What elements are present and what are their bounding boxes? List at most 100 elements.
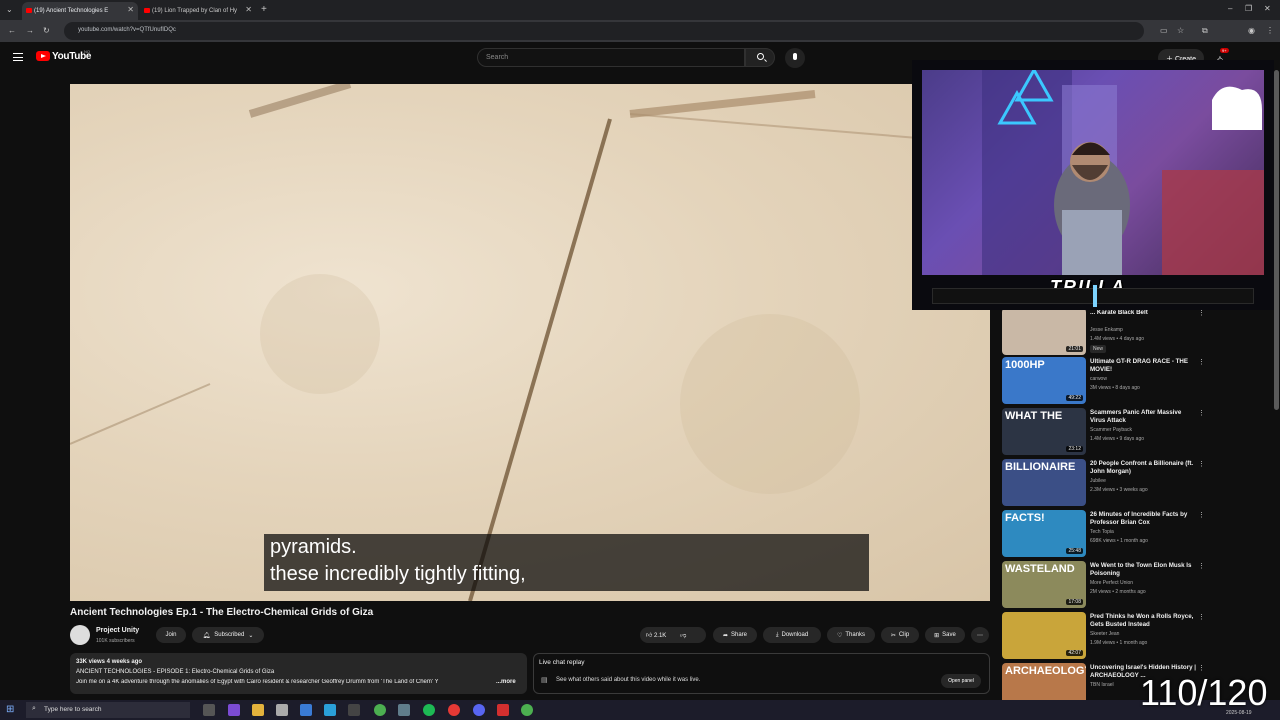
task-view-icon[interactable] xyxy=(203,704,215,716)
extensions-icon[interactable]: ⧉ xyxy=(1202,26,1208,36)
thanks-button[interactable]: ♡ Thanks xyxy=(827,627,875,643)
caption-line: pyramids. xyxy=(270,536,357,558)
description-box[interactable]: 33K views 4 weeks ago ANCIENT TECHNOLOGI… xyxy=(70,653,527,694)
download-button[interactable]: ⤓ Download xyxy=(763,627,821,643)
recommendation-thumbnail[interactable]: 21:01 xyxy=(1002,308,1086,355)
share-button[interactable]: ➦ Share xyxy=(713,627,757,643)
recommendation-item[interactable]: 1000HP 49:22 Ultimate GT-R DRAG RACE - THE… xyxy=(1002,357,1205,407)
recommendation-thumbnail[interactable]: FACTS! 25:48 xyxy=(1002,510,1086,557)
recommendation-title[interactable]: Scammers Panic After Massive Virus Attac… xyxy=(1090,409,1196,425)
more-vertical-icon[interactable]: ⋮ xyxy=(1198,511,1205,519)
taskbar-search-input[interactable]: ⌕ Type here to search xyxy=(26,702,190,718)
recommendation-channel[interactable]: More Perfect Union xyxy=(1090,580,1133,586)
recommendation-channel[interactable]: Tech Topia xyxy=(1090,529,1114,535)
more-vertical-icon[interactable]: ⋮ xyxy=(1198,358,1205,366)
recommendation-item[interactable]: 42:07 Pred Thinks he Won a Rolls Royce, G… xyxy=(1002,612,1205,662)
subscribed-button[interactable]: 🔔︎ Subscribed ⌄ xyxy=(192,627,264,643)
channel-avatar[interactable] xyxy=(70,625,90,645)
app-icon[interactable] xyxy=(324,704,336,716)
recommendation-title[interactable]: Pred Thinks he Won a Rolls Royce, Gets B… xyxy=(1090,613,1196,629)
recommendation-thumbnail[interactable]: BILLIONAIRE xyxy=(1002,459,1086,506)
tab-search-icon[interactable]: ⌄ xyxy=(6,5,13,14)
tab-ancient-technologies[interactable]: (19) Ancient Technologies E ✕ xyxy=(22,2,138,20)
tab-lion-trapped[interactable]: (19) Lion Trapped by Clan of Hy ✕ xyxy=(140,2,256,20)
recommendation-thumbnail[interactable]: 1000HP 49:22 xyxy=(1002,357,1086,404)
restore-icon[interactable]: ❐ xyxy=(1245,4,1252,13)
recommendation-title[interactable]: We Went to the Town Elon Musk Is Poisoni… xyxy=(1090,562,1196,578)
like-button[interactable]: 👍︎ 2.1K xyxy=(646,631,666,639)
more-vertical-icon[interactable]: ⋮ xyxy=(1198,460,1205,468)
chrome-icon[interactable] xyxy=(374,704,386,716)
youtube-logo-icon[interactable] xyxy=(36,51,50,61)
app-icon[interactable] xyxy=(448,704,460,716)
close-window-icon[interactable]: ✕ xyxy=(1264,4,1271,13)
reload-icon[interactable]: ↻ xyxy=(43,26,50,35)
recommendation-channel[interactable]: Skeeter Jean xyxy=(1090,631,1119,637)
app-icon[interactable] xyxy=(398,704,410,716)
more-vertical-icon[interactable]: ⋮ xyxy=(1198,664,1205,672)
save-button[interactable]: ⊞ Save xyxy=(925,627,965,643)
app-icon[interactable] xyxy=(300,704,312,716)
recommendation-thumbnail[interactable]: WASTELAND 17:08 xyxy=(1002,561,1086,608)
chrome-menu-icon[interactable]: ⋮ xyxy=(1266,26,1274,35)
recommendation-title[interactable]: 20 People Confront a Billionaire (ft. Jo… xyxy=(1090,460,1196,476)
new-tab-icon[interactable]: + xyxy=(261,4,267,15)
url-field[interactable]: youtube.com/watch?v=QTfUnufIDQc xyxy=(64,22,1144,40)
more-vertical-icon[interactable]: ⋮ xyxy=(1198,613,1205,621)
file-explorer-icon[interactable] xyxy=(252,704,264,716)
recommendation-thumbnail[interactable]: 42:07 xyxy=(1002,612,1086,659)
save-label: Save xyxy=(942,632,956,638)
dislike-button[interactable]: 👎︎ xyxy=(680,631,686,639)
page-scrollbar[interactable] xyxy=(1274,70,1279,410)
close-tab-icon[interactable]: ✕ xyxy=(127,5,134,14)
minimize-icon[interactable]: – xyxy=(1228,4,1232,13)
app-icon[interactable] xyxy=(497,704,509,716)
recommendation-title[interactable]: 26 Minutes of Incredible Facts by Profes… xyxy=(1090,511,1196,527)
profile-icon[interactable]: ◉ xyxy=(1248,26,1255,35)
duration-badge: 25:48 xyxy=(1066,548,1083,554)
recommendation-item[interactable]: 21:01 ... Karate Black Belt Jesse Enkamp 1.… xyxy=(1002,308,1205,358)
menu-icon[interactable] xyxy=(13,53,23,61)
video-player[interactable]: pyramids. these incredibly tightly fitti… xyxy=(70,84,990,601)
app-icon[interactable] xyxy=(228,704,240,716)
more-vertical-icon[interactable]: ⋮ xyxy=(1198,309,1205,317)
clip-label: Clip xyxy=(898,632,910,638)
back-icon[interactable]: ← xyxy=(8,26,16,35)
app-icon[interactable] xyxy=(276,704,288,716)
close-tab-icon[interactable]: ✕ xyxy=(245,5,252,14)
recommendation-title[interactable]: ... Karate Black Belt xyxy=(1090,309,1196,317)
clip-button[interactable]: ✂ Clip xyxy=(881,627,919,643)
search-button[interactable] xyxy=(745,48,775,67)
recommendation-thumbnail[interactable]: WHAT THE 23:12 xyxy=(1002,408,1086,455)
recommendation-item[interactable]: WHAT THE 23:12 Scammers Panic After Massiv… xyxy=(1002,408,1205,458)
recommendation-channel[interactable]: Jubilee xyxy=(1090,478,1106,484)
forward-icon[interactable]: → xyxy=(26,26,34,35)
bookmark-star-icon[interactable]: ☆ xyxy=(1177,26,1184,35)
chrome-active-icon[interactable] xyxy=(521,704,533,716)
spotify-icon[interactable] xyxy=(423,704,435,716)
chevron-down-icon: ⌄ xyxy=(248,632,254,639)
duration-badge: 21:01 xyxy=(1066,346,1083,352)
recommendation-title[interactable]: Ultimate GT-R DRAG RACE - THE MOVIE! xyxy=(1090,358,1196,374)
recommendation-channel[interactable]: carwow xyxy=(1090,376,1107,382)
channel-name[interactable]: Project Unity xyxy=(96,627,139,634)
cast-icon[interactable]: ▭ xyxy=(1160,26,1168,35)
app-icon[interactable] xyxy=(348,704,360,716)
recommendation-item[interactable]: BILLIONAIRE 20 People Confront a Billiona… xyxy=(1002,459,1205,509)
join-button[interactable]: Join xyxy=(156,627,186,643)
recommendation-channel[interactable]: TBN Israel xyxy=(1090,682,1114,688)
voice-search-button[interactable] xyxy=(785,48,805,68)
more-vertical-icon[interactable]: ⋮ xyxy=(1198,562,1205,570)
more-actions-button[interactable]: ⋯ xyxy=(971,627,989,643)
more-vertical-icon[interactable]: ⋮ xyxy=(1198,409,1205,417)
recommendation-item[interactable]: WASTELAND 17:08 We Went to the Town Elon M… xyxy=(1002,561,1205,611)
recommendation-item[interactable]: FACTS! 25:48 26 Minutes of Incredible Fact… xyxy=(1002,510,1205,560)
discord-icon[interactable] xyxy=(473,704,485,716)
recommendation-channel[interactable]: Scammer Payback xyxy=(1090,427,1132,433)
search-input[interactable]: Search xyxy=(477,48,745,67)
recommendation-channel[interactable]: Jesse Enkamp xyxy=(1090,327,1123,333)
open-panel-button[interactable]: Open panel xyxy=(941,674,981,688)
tab-title: (19) Lion Trapped by Clan of Hy xyxy=(152,8,238,14)
windows-start-icon[interactable]: ⊞ xyxy=(6,704,14,715)
show-more-link[interactable]: ...more xyxy=(496,679,516,685)
